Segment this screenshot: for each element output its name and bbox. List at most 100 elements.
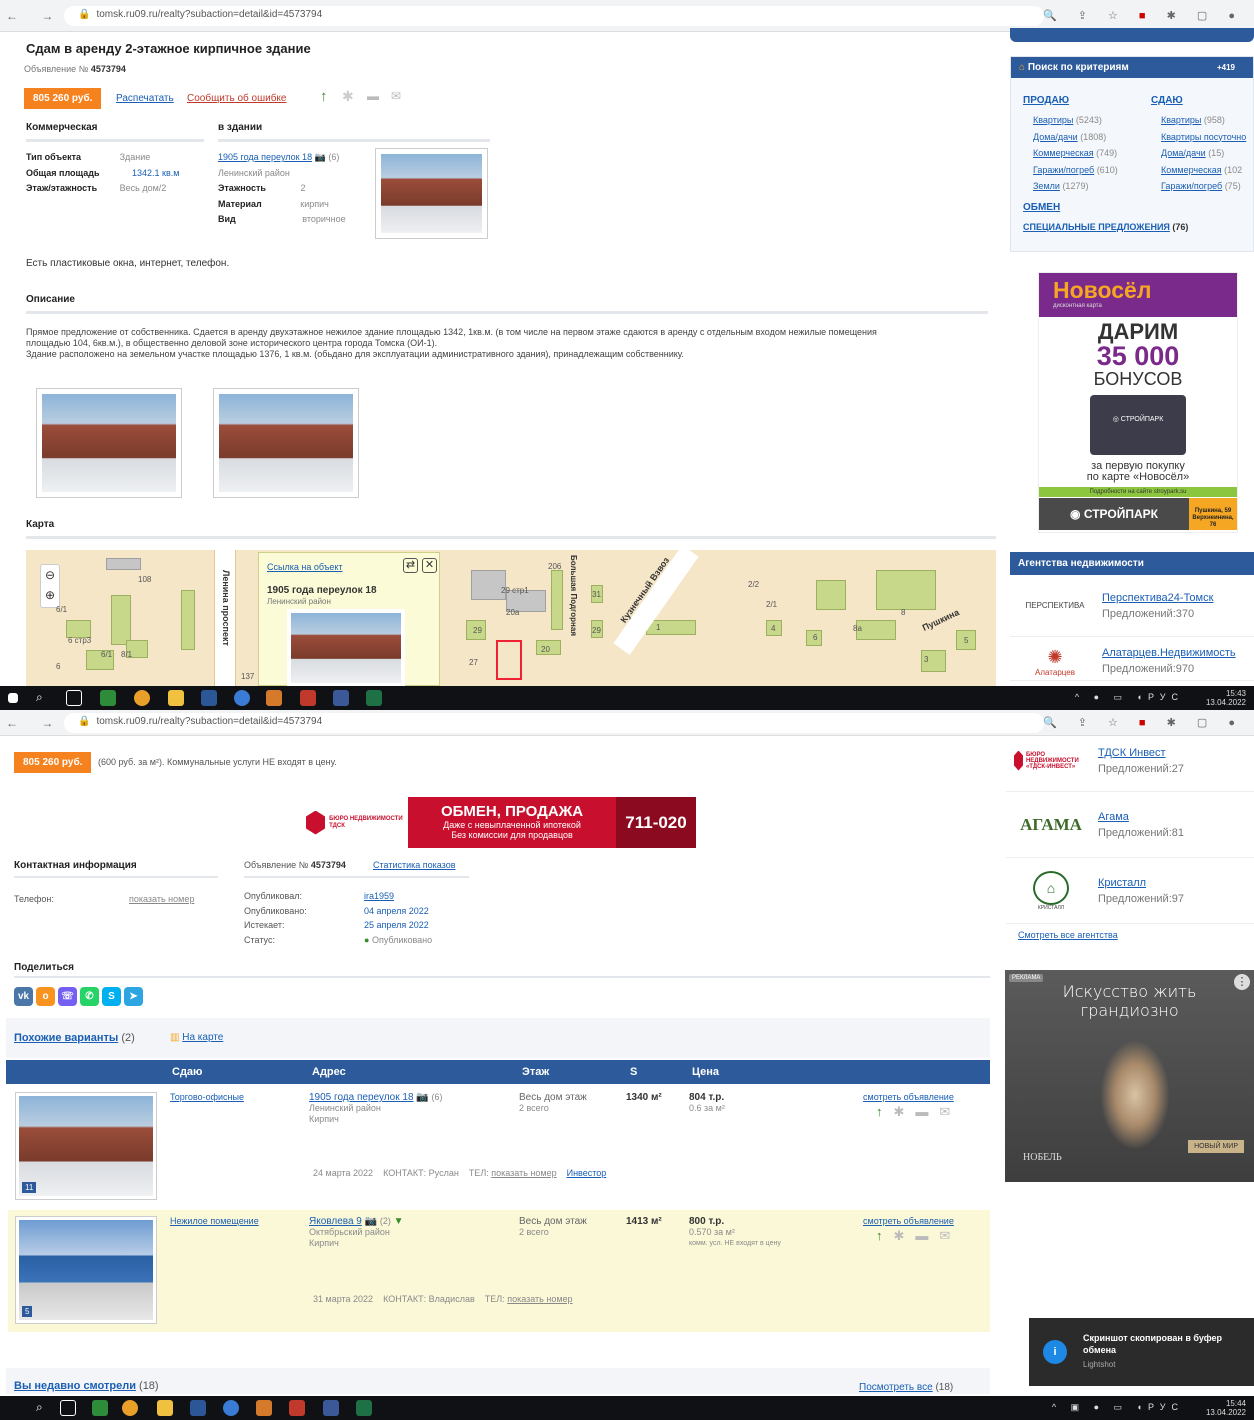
ad-novosel-card: ◎ СТРОЙПАРК: [1090, 395, 1186, 455]
taskbar-bottom: ⌕ ^ ▣ ● ▭ ◖РУС 15:44 13.04.2022: [0, 1396, 1254, 1420]
address-link[interactable]: 1905 года переулок 18: [218, 152, 312, 162]
comment-icon[interactable]: ▬: [367, 89, 379, 103]
ad-number: Объявление № 4573794: [24, 64, 126, 74]
zoom-controls[interactable]: ⊖ ⊕: [40, 564, 60, 608]
search-icon[interactable]: ⌕: [36, 690, 52, 706]
row-actions[interactable]: ↑✱▬✉: [876, 1105, 961, 1118]
agency-item[interactable]: АГАМА Агама Предложений:81: [1006, 792, 1254, 858]
ad-novosel-shop: ◉ СТРОЙПАРК: [1039, 498, 1189, 530]
word-icon[interactable]: [190, 1400, 206, 1416]
row-photo[interactable]: 5: [15, 1216, 157, 1324]
telegram-icon[interactable]: ➤: [124, 987, 143, 1006]
mail-icon[interactable]: ✉: [391, 89, 401, 103]
building-props: 1905 года переулок 18 📷 (6) Ленинский ра…: [218, 152, 346, 224]
gallery-photo-2[interactable]: [213, 388, 359, 498]
search-icon[interactable]: ⌕: [36, 1400, 52, 1416]
agency-item[interactable]: ПЕРСПЕКТИВА Перспектива24-Томск Предложен…: [1010, 575, 1254, 637]
popup-close-icon[interactable]: ✕: [422, 558, 437, 573]
toast-notification[interactable]: i Скриншот скопирован в буфер обмена Lig…: [1029, 1318, 1254, 1386]
popup-link-icon[interactable]: ⇄: [403, 558, 418, 573]
folder-icon[interactable]: [168, 690, 184, 706]
row-address-link[interactable]: Яковлева 9: [309, 1216, 362, 1227]
chrome-icon[interactable]: [134, 690, 150, 706]
row-photo[interactable]: 11: [15, 1092, 157, 1200]
popup-object-link[interactable]: Ссылка на объект: [267, 562, 343, 572]
map-search-button[interactable]: [1010, 28, 1254, 42]
main-photo[interactable]: [375, 148, 488, 239]
image-app-icon[interactable]: [256, 1400, 272, 1416]
print-link[interactable]: Распечатать: [116, 93, 174, 104]
description-heading: Описание: [26, 294, 988, 314]
see-all-recent[interactable]: Посмотреть все (18): [859, 1382, 953, 1393]
word-icon[interactable]: [201, 690, 217, 706]
ok-icon[interactable]: o: [36, 987, 55, 1006]
agency-item[interactable]: ⌂ КРИСТАЛЛ Кристалл Предложений:97: [1006, 858, 1254, 924]
ad-art[interactable]: РЕКЛАМА ⋮ Искусство жить грандиозно НОБЕЛ…: [1005, 970, 1254, 1182]
lock-icon: 🔒: [78, 716, 91, 727]
address-bar[interactable]: 🔒 tomsk.ru09.ru/realty?subaction=detail&i…: [64, 713, 1044, 733]
tray-icons[interactable]: ^ ● ▭ ◖РУС: [1075, 692, 1184, 703]
up-icon[interactable]: ↑: [320, 88, 328, 105]
zoom-out-icon[interactable]: ⊖: [41, 565, 59, 585]
row-actions[interactable]: ↑✱▬✉: [876, 1229, 961, 1242]
author-link[interactable]: ira1959: [364, 889, 432, 904]
tray-icons[interactable]: ^ ▣ ● ▭ ◖РУС: [1052, 1402, 1184, 1413]
row-address-link[interactable]: 1905 года переулок 18: [309, 1092, 414, 1103]
table-row[interactable]: 11 Торгово-офисные 1905 года переулок 18…: [8, 1086, 990, 1208]
viber-icon[interactable]: ☏: [58, 987, 77, 1006]
skype-icon[interactable]: S: [102, 987, 121, 1006]
table-row[interactable]: 5 Нежилое помещение Яковлева 9 📷 (2) ▼ Ок…: [8, 1210, 990, 1332]
app2-icon[interactable]: [323, 1400, 339, 1416]
exchange-link[interactable]: ОБМЕН: [1023, 202, 1060, 213]
browser-tools[interactable]: 🔍 ⇪ ☆ ■ ✱ ▢ ●: [1043, 716, 1244, 729]
special-offers-link[interactable]: СПЕЦИАЛЬНЫЕ ПРЕДЛОЖЕНИЯ: [1023, 222, 1170, 232]
gallery-photo-1[interactable]: [36, 388, 182, 498]
stats-link[interactable]: Статистика показов: [373, 860, 456, 870]
globe-icon[interactable]: [223, 1400, 239, 1416]
task-view-icon[interactable]: [60, 1400, 76, 1416]
on-map-link[interactable]: ▥ На карте: [170, 1032, 223, 1043]
show-phone-link[interactable]: показать номер: [129, 894, 194, 904]
browser-tools[interactable]: 🔍 ⇪ ☆ ■ ✱ ▢ ●: [1043, 9, 1244, 22]
excel-icon[interactable]: [366, 690, 382, 706]
address-bar[interactable]: 🔒 tomsk.ru09.ru/realty?subaction=detail&i…: [64, 6, 1044, 26]
popup-photo[interactable]: [287, 609, 405, 686]
rent-heading[interactable]: СДАЮ: [1151, 95, 1183, 106]
dancer-figure: [1100, 1040, 1170, 1150]
ad-novosel[interactable]: Новосёл дисконтная карта ДАРИМ 35 000 БОН…: [1038, 272, 1238, 533]
sell-heading[interactable]: ПРОДАЮ: [1023, 95, 1069, 106]
row-type-link[interactable]: Нежилое помещение: [170, 1216, 259, 1227]
app-icon[interactable]: [92, 1400, 108, 1416]
zoom-in-icon[interactable]: ⊕: [41, 585, 59, 605]
agency-link[interactable]: Инвестор: [567, 1168, 607, 1178]
whatsapp-icon[interactable]: ✆: [80, 987, 99, 1006]
start-icon[interactable]: [8, 693, 18, 703]
report-error-link[interactable]: Сообщить об ошибке: [187, 93, 286, 104]
task-view-icon[interactable]: [66, 690, 82, 706]
popup-address: 1905 года переулок 18: [267, 585, 377, 596]
pdf-icon[interactable]: [300, 690, 316, 706]
agency-item[interactable]: ✺ Алатарцев Алатарцев.Недвижимость Предлож…: [1010, 637, 1254, 681]
sell-list: Квартиры (5243) Дома/дачи (1808) Коммерч…: [1033, 115, 1118, 191]
chrome-icon[interactable]: [122, 1400, 138, 1416]
folder-icon[interactable]: [157, 1400, 173, 1416]
ad-tdsk-banner[interactable]: БЮРО НЕДВИЖИМОСТИ ТДСК ОБМЕН, ПРОДАЖА Да…: [300, 797, 696, 848]
pdf-icon[interactable]: [289, 1400, 305, 1416]
agency-item[interactable]: БЮРО НЕДВИЖИМОСТИ «ТДСК-ИНВЕСТ» ТДСК Инв…: [1006, 736, 1254, 792]
image-app-icon[interactable]: [266, 690, 282, 706]
street-label-pushkina: Пушкина: [920, 607, 961, 633]
excel-icon[interactable]: [356, 1400, 372, 1416]
page-title: Сдам в аренду 2-этажное кирпичное здание: [26, 41, 311, 56]
view-listing-link[interactable]: смотреть объявление: [863, 1216, 954, 1227]
view-listing-link[interactable]: смотреть объявление: [863, 1092, 954, 1103]
map[interactable]: Ленина проспект Кузнечный Взвоз Пушкина …: [26, 550, 996, 686]
star-icon[interactable]: ✱: [342, 88, 354, 105]
app2-icon[interactable]: [333, 690, 349, 706]
vk-icon[interactable]: vk: [14, 987, 33, 1006]
app-icon[interactable]: [100, 690, 116, 706]
row-type-link[interactable]: Торгово-офисные: [170, 1092, 244, 1103]
clock-bottom[interactable]: 15:44 13.04.2022: [1206, 1399, 1246, 1417]
see-all-agencies[interactable]: Смотреть все агентства: [1018, 930, 1118, 940]
clock-top[interactable]: 15:43 13.04.2022: [1206, 689, 1246, 707]
globe-icon[interactable]: [234, 690, 250, 706]
